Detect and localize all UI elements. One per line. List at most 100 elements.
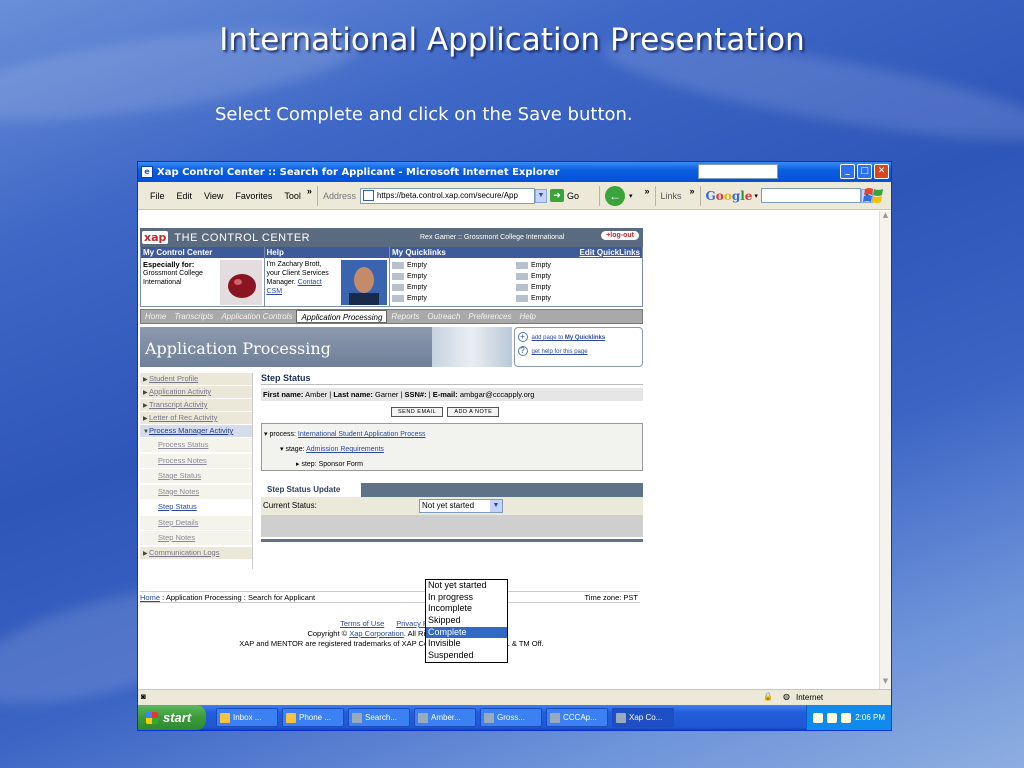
leftnav-application-activity[interactable]: ▶Application Activity xyxy=(140,386,252,398)
nav-application-processing[interactable]: Application Processing xyxy=(296,310,388,323)
menu-favorites[interactable]: Favorites xyxy=(229,191,278,201)
browser-window: e Xap Control Center :: Search for Appli… xyxy=(137,161,892,731)
menu-edit[interactable]: Edit xyxy=(171,191,199,201)
window-titlebar[interactable]: e Xap Control Center :: Search for Appli… xyxy=(138,162,891,182)
quicklink-item[interactable]: Empty xyxy=(516,282,640,293)
add-note-button[interactable]: ADD A NOTE xyxy=(447,407,500,417)
update-button-area xyxy=(261,515,643,537)
menu-tools[interactable]: Tool xyxy=(278,191,307,201)
status-option[interactable]: Invisible xyxy=(426,638,507,650)
quicklink-item[interactable]: Empty xyxy=(516,271,640,282)
task-gross[interactable]: Gross... xyxy=(480,708,542,727)
trademark-text: XAP and MENTOR are registered trademarks… xyxy=(239,639,544,648)
quicklink-item[interactable]: Empty xyxy=(392,282,516,293)
quicklink-item[interactable]: Empty xyxy=(392,293,516,304)
xap-corporation-link[interactable]: Xap Corporation xyxy=(349,629,404,638)
scroll-up-icon[interactable]: ▲ xyxy=(880,211,891,223)
status-options-list[interactable]: Not yet started In progress Incomplete S… xyxy=(425,579,508,663)
step-status-update-tab: Step Status Update xyxy=(261,483,361,497)
go-button[interactable]: ➜ Go xyxy=(549,189,579,202)
leftnav-transcript-activity[interactable]: ▶Transcript Activity xyxy=(140,399,252,411)
google-search-input[interactable] xyxy=(760,188,861,203)
status-option[interactable]: Not yet started xyxy=(426,580,507,592)
leftnav-step-notes[interactable]: Step Notes xyxy=(140,531,252,545)
leftnav-process-notes[interactable]: Process Notes xyxy=(140,453,252,468)
status-option[interactable]: Incomplete xyxy=(426,603,507,615)
leftnav-process-manager[interactable]: ▼Process Manager Activity xyxy=(140,425,252,437)
status-option[interactable]: Suspended xyxy=(426,650,507,662)
stage-toggle-icon[interactable]: ▾ xyxy=(280,446,284,453)
process-toggle-icon[interactable]: ▾ xyxy=(264,431,268,438)
menu-view[interactable]: View xyxy=(198,191,229,201)
scroll-down-icon[interactable]: ▼ xyxy=(880,677,891,689)
globe-icon: ◍ xyxy=(783,692,790,701)
nav-help[interactable]: Help xyxy=(515,312,539,321)
vertical-scrollbar[interactable]: ▲ ▼ xyxy=(879,211,891,689)
send-email-button[interactable]: SEND EMAIL xyxy=(391,407,444,417)
terms-link[interactable]: Terms of Use xyxy=(340,619,384,628)
start-button[interactable]: start xyxy=(138,705,206,730)
status-option-complete[interactable]: Complete xyxy=(426,626,507,639)
leftnav-stage-status[interactable]: Stage Status xyxy=(140,469,252,483)
task-search[interactable]: Search... xyxy=(348,708,410,727)
leftnav-letter-of-rec[interactable]: ▶Letter of Rec Activity xyxy=(140,412,252,424)
close-button[interactable]: ✕ xyxy=(874,164,889,179)
process-link[interactable]: International Student Application Proces… xyxy=(298,431,426,438)
user-info: Rex Garner :: Grossmont College Internat… xyxy=(420,234,565,241)
leftnav-student-profile[interactable]: ▶Student Profile xyxy=(140,373,252,385)
titlebar-search-box[interactable] xyxy=(698,164,778,179)
chevron-down-icon[interactable]: ▼ xyxy=(490,500,502,512)
contact-link[interactable]: Contact xyxy=(298,279,322,286)
address-value: https://beta.control.xap.com/secure/App xyxy=(376,191,518,200)
task-cccapply[interactable]: CCCAp... xyxy=(546,708,608,727)
add-quicklinks-link[interactable]: + add page to My Quicklinks xyxy=(517,331,640,345)
page-help-link[interactable]: ? get help for this page xyxy=(517,345,640,359)
nav-home[interactable]: Home xyxy=(141,312,170,321)
nav-preferences[interactable]: Preferences xyxy=(464,312,515,321)
tray-icon[interactable] xyxy=(841,712,852,723)
quicklink-item[interactable]: Empty xyxy=(392,260,516,271)
address-field[interactable]: https://beta.control.xap.com/secure/App xyxy=(359,187,535,204)
quicklink-item[interactable]: Empty xyxy=(392,271,516,282)
task-amber[interactable]: Amber... xyxy=(414,708,476,727)
edit-quicklinks-link[interactable]: Edit QuickLinks xyxy=(580,247,640,258)
tray-icon[interactable] xyxy=(827,712,838,723)
back-arrow-icon[interactable]: ← xyxy=(604,185,625,206)
quicklink-item[interactable]: Empty xyxy=(516,293,640,304)
google-dropdown-icon[interactable]: ▾ xyxy=(754,192,758,200)
leftnav-stage-notes[interactable]: Stage Notes xyxy=(140,484,252,499)
leftnav-communication-logs[interactable]: ▶Communication Logs xyxy=(140,546,252,559)
nav-reports[interactable]: Reports xyxy=(387,312,423,321)
leftnav-process-status[interactable]: Process Status xyxy=(140,438,252,452)
taskbar: start Inbox ... Phone ... Search... Ambe… xyxy=(138,705,891,730)
minimize-button[interactable]: _ xyxy=(840,164,855,179)
menu-file[interactable]: File xyxy=(144,191,171,201)
toolbar-overflow-icon[interactable]: » xyxy=(645,186,650,196)
menu-overflow-icon[interactable]: » xyxy=(307,186,312,196)
maximize-button[interactable]: □ xyxy=(857,164,872,179)
breadcrumb-home-link[interactable]: Home xyxy=(140,593,160,602)
back-dropdown-icon[interactable]: ▾ xyxy=(629,192,633,200)
task-inbox[interactable]: Inbox ... xyxy=(216,708,278,727)
leftnav-step-details[interactable]: Step Details xyxy=(140,515,252,530)
banner-photo xyxy=(431,327,512,367)
links-overflow-icon[interactable]: » xyxy=(690,186,695,196)
current-status-select[interactable]: Not yet started ▼ xyxy=(419,499,503,513)
logout-button[interactable]: +log-out xyxy=(601,231,639,240)
ie-icon: e xyxy=(141,166,153,178)
tray-icon[interactable] xyxy=(813,712,824,723)
links-label[interactable]: Links xyxy=(661,191,682,201)
step-toggle-icon[interactable]: ▸ xyxy=(296,461,300,468)
csm-link[interactable]: CSM xyxy=(267,287,335,296)
leftnav-step-status[interactable]: Step Status xyxy=(140,500,252,514)
nav-outreach[interactable]: Outreach xyxy=(423,312,464,321)
task-phone[interactable]: Phone ... xyxy=(282,708,344,727)
nav-application-controls[interactable]: Application Controls xyxy=(217,312,296,321)
address-dropdown-icon[interactable]: ▼ xyxy=(534,188,547,203)
stage-link[interactable]: Admission Requirements xyxy=(306,446,384,453)
quicklink-item[interactable]: Empty xyxy=(516,260,640,271)
status-option[interactable]: Skipped xyxy=(426,615,507,627)
status-option[interactable]: In progress xyxy=(426,592,507,604)
nav-transcripts[interactable]: Transcripts xyxy=(170,312,217,321)
task-xap-control[interactable]: Xap Co... xyxy=(612,708,674,727)
